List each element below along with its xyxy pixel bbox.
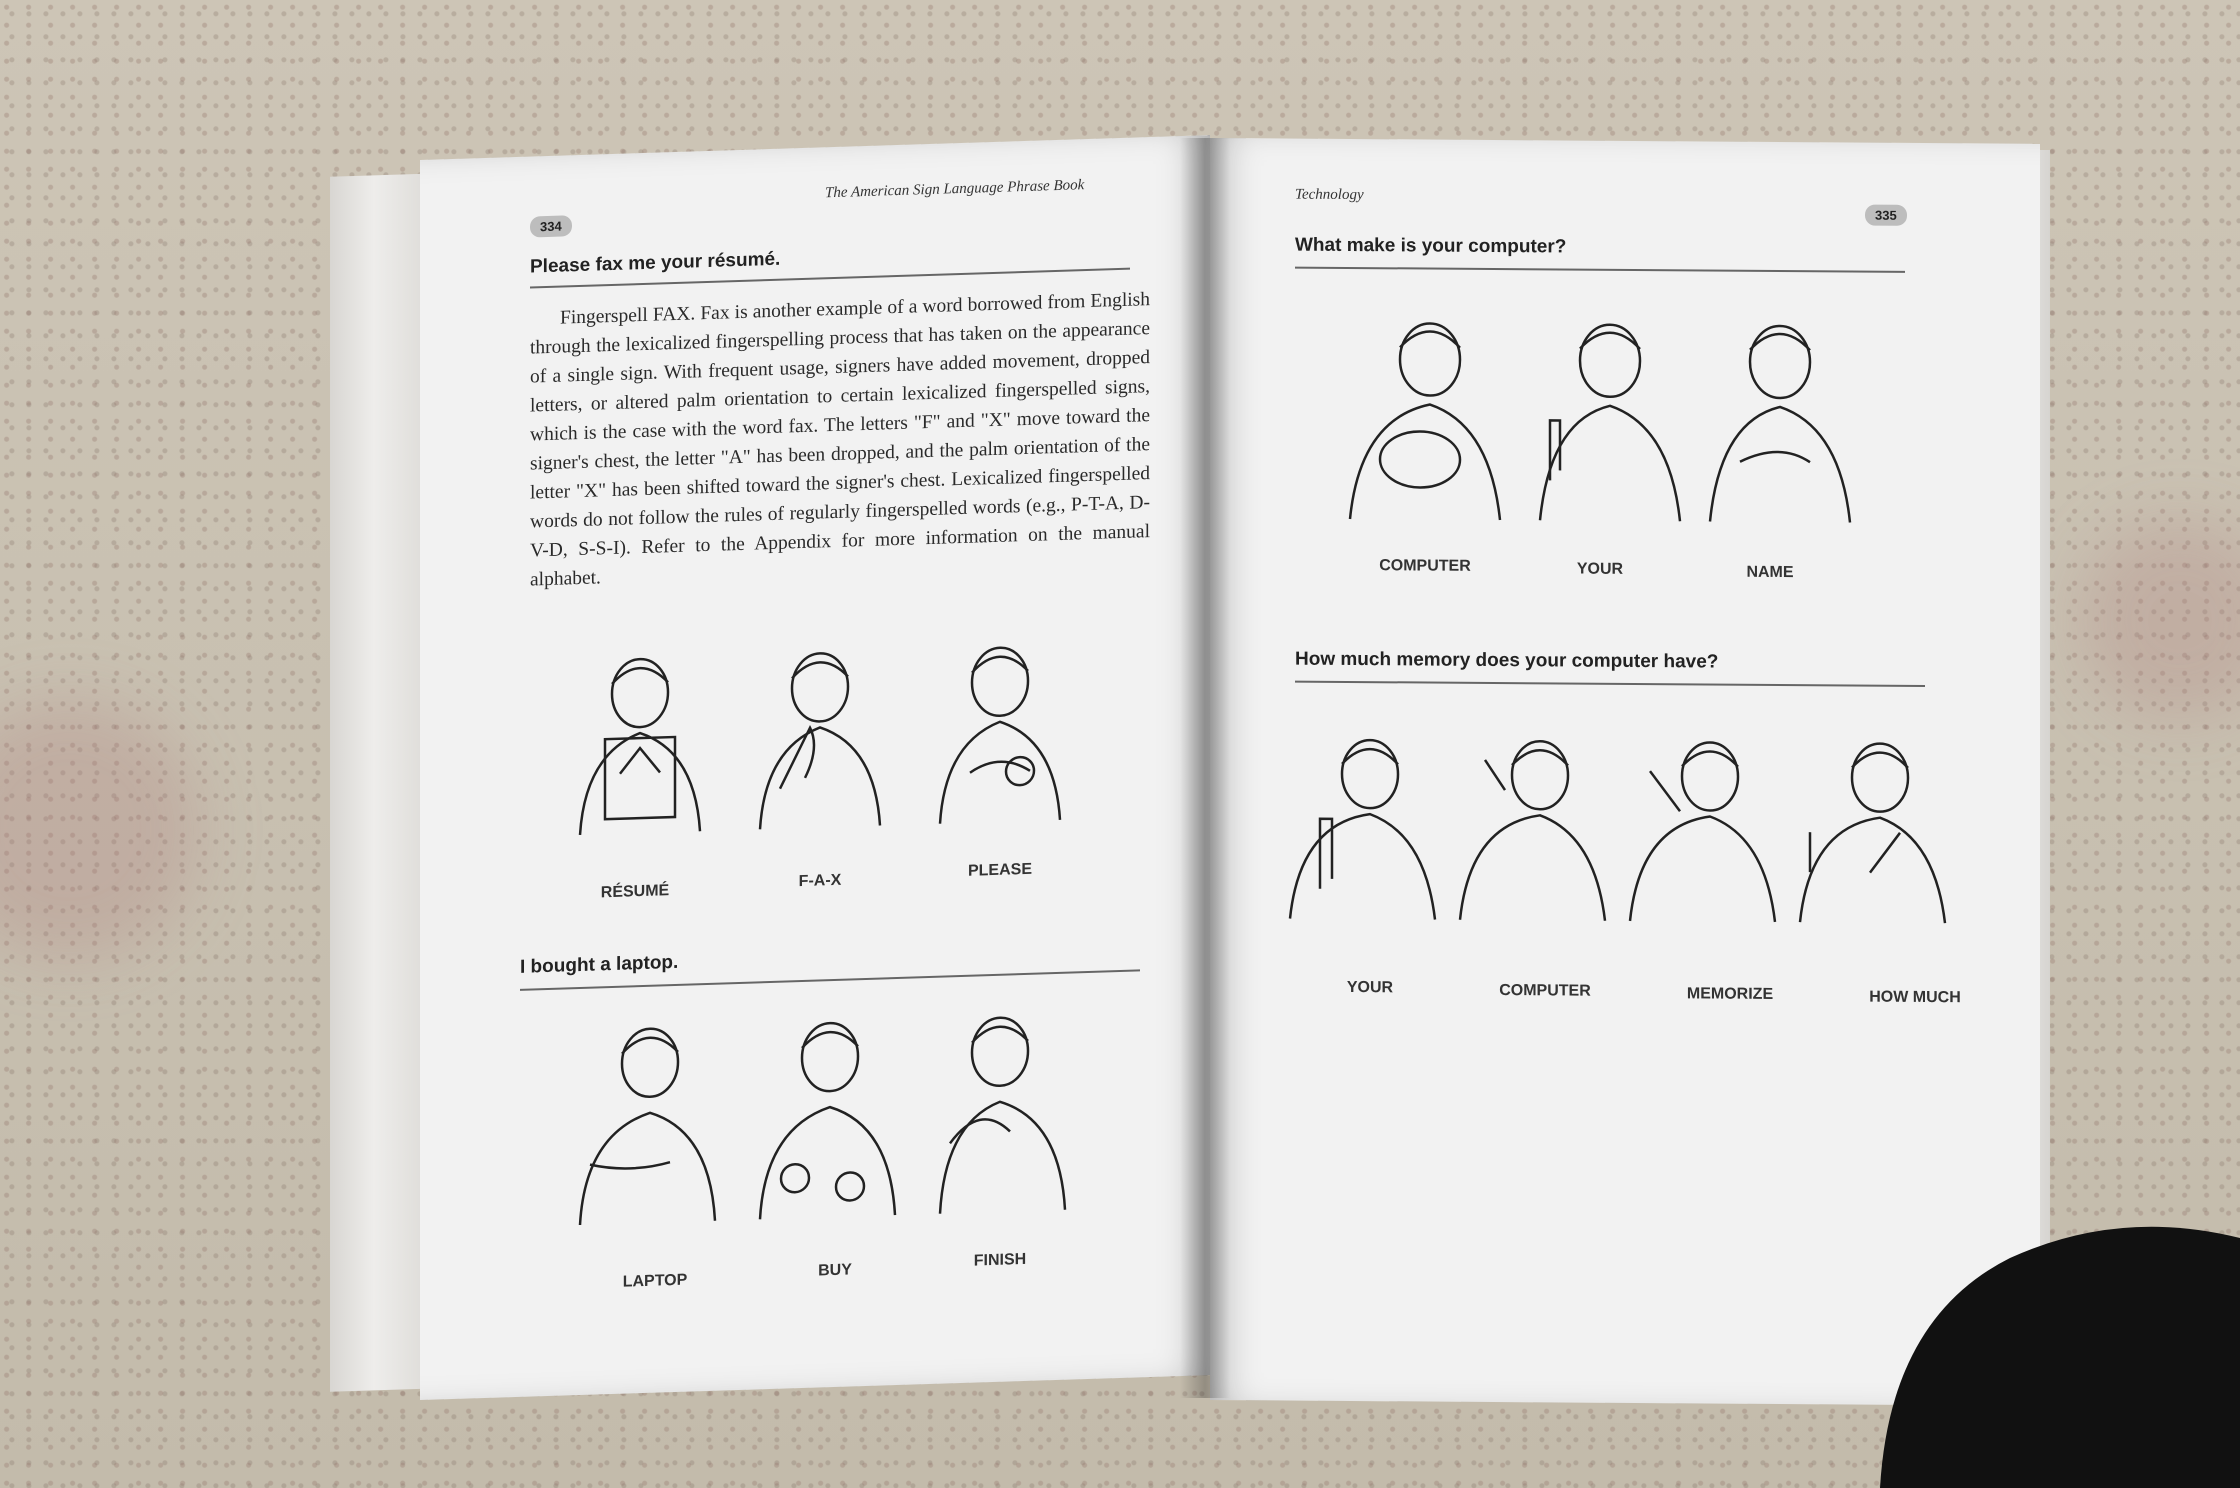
- signer-figure: [1798, 742, 1947, 924]
- sign-caption: PLEASE: [967, 860, 1032, 880]
- signer-figure: [578, 1027, 717, 1226]
- running-head: The American Sign Language Phrase Book: [825, 177, 1085, 202]
- explanation-paragraph: Fingerspell FAX. Fax is another example …: [530, 289, 1150, 591]
- sign-illustrations-row: [1348, 322, 1852, 523]
- signer-figure: [938, 1016, 1067, 1214]
- sign-caption: YOUR: [1576, 560, 1624, 578]
- phrase-heading: I bought a laptop.: [520, 951, 679, 978]
- signer-figure: [1538, 323, 1682, 522]
- sign-caption: YOUR: [1346, 978, 1394, 997]
- signer-figure: [1458, 740, 1607, 921]
- page-number: 334: [530, 215, 572, 238]
- left-page: 334 The American Sign Language Phrase Bo…: [420, 135, 1210, 1401]
- sign-caption: COMPUTER: [1499, 982, 1591, 1000]
- sign-caption: LAPTOP: [622, 1271, 688, 1291]
- signer-figure: [1708, 324, 1852, 523]
- phrase-heading: Please fax me your résumé.: [530, 248, 781, 278]
- signer-figure: [578, 657, 702, 836]
- signer-figure: [758, 652, 882, 830]
- sign-caption: FINISH: [973, 1250, 1027, 1270]
- signer-figure: [938, 646, 1062, 824]
- sign-caption: F-A-X: [798, 871, 842, 891]
- signer-figure: [1288, 738, 1437, 920]
- sign-caption: RÉSUMÉ: [600, 882, 670, 902]
- heading-rule: [1295, 680, 1925, 687]
- signer-figure: [1348, 322, 1502, 521]
- running-head: Technology: [1295, 186, 1364, 204]
- sign-caption: BUY: [818, 1261, 852, 1280]
- sign-illustrations-row: [578, 646, 1062, 836]
- page-number: 335: [1865, 204, 1907, 226]
- sign-illustrations-row: [1288, 738, 1947, 924]
- heading-rule: [1295, 266, 1905, 273]
- phrase-heading: What make is your computer?: [1295, 234, 1567, 258]
- sign-caption: NAME: [1746, 563, 1794, 582]
- sign-caption: COMPUTER: [1379, 557, 1471, 575]
- phrase-heading: How much memory does your computer have?: [1295, 648, 1719, 673]
- signer-figure: [1628, 741, 1777, 923]
- signer-figure: [758, 1021, 897, 1220]
- black-sock-foot: [1880, 1226, 2240, 1488]
- sign-caption: HOW MUCH: [1869, 988, 1961, 1007]
- sign-caption: MEMORIZE: [1686, 985, 1774, 1003]
- sign-illustrations-row: [578, 1016, 1067, 1226]
- book-gutter-shadow: [1180, 138, 1230, 1398]
